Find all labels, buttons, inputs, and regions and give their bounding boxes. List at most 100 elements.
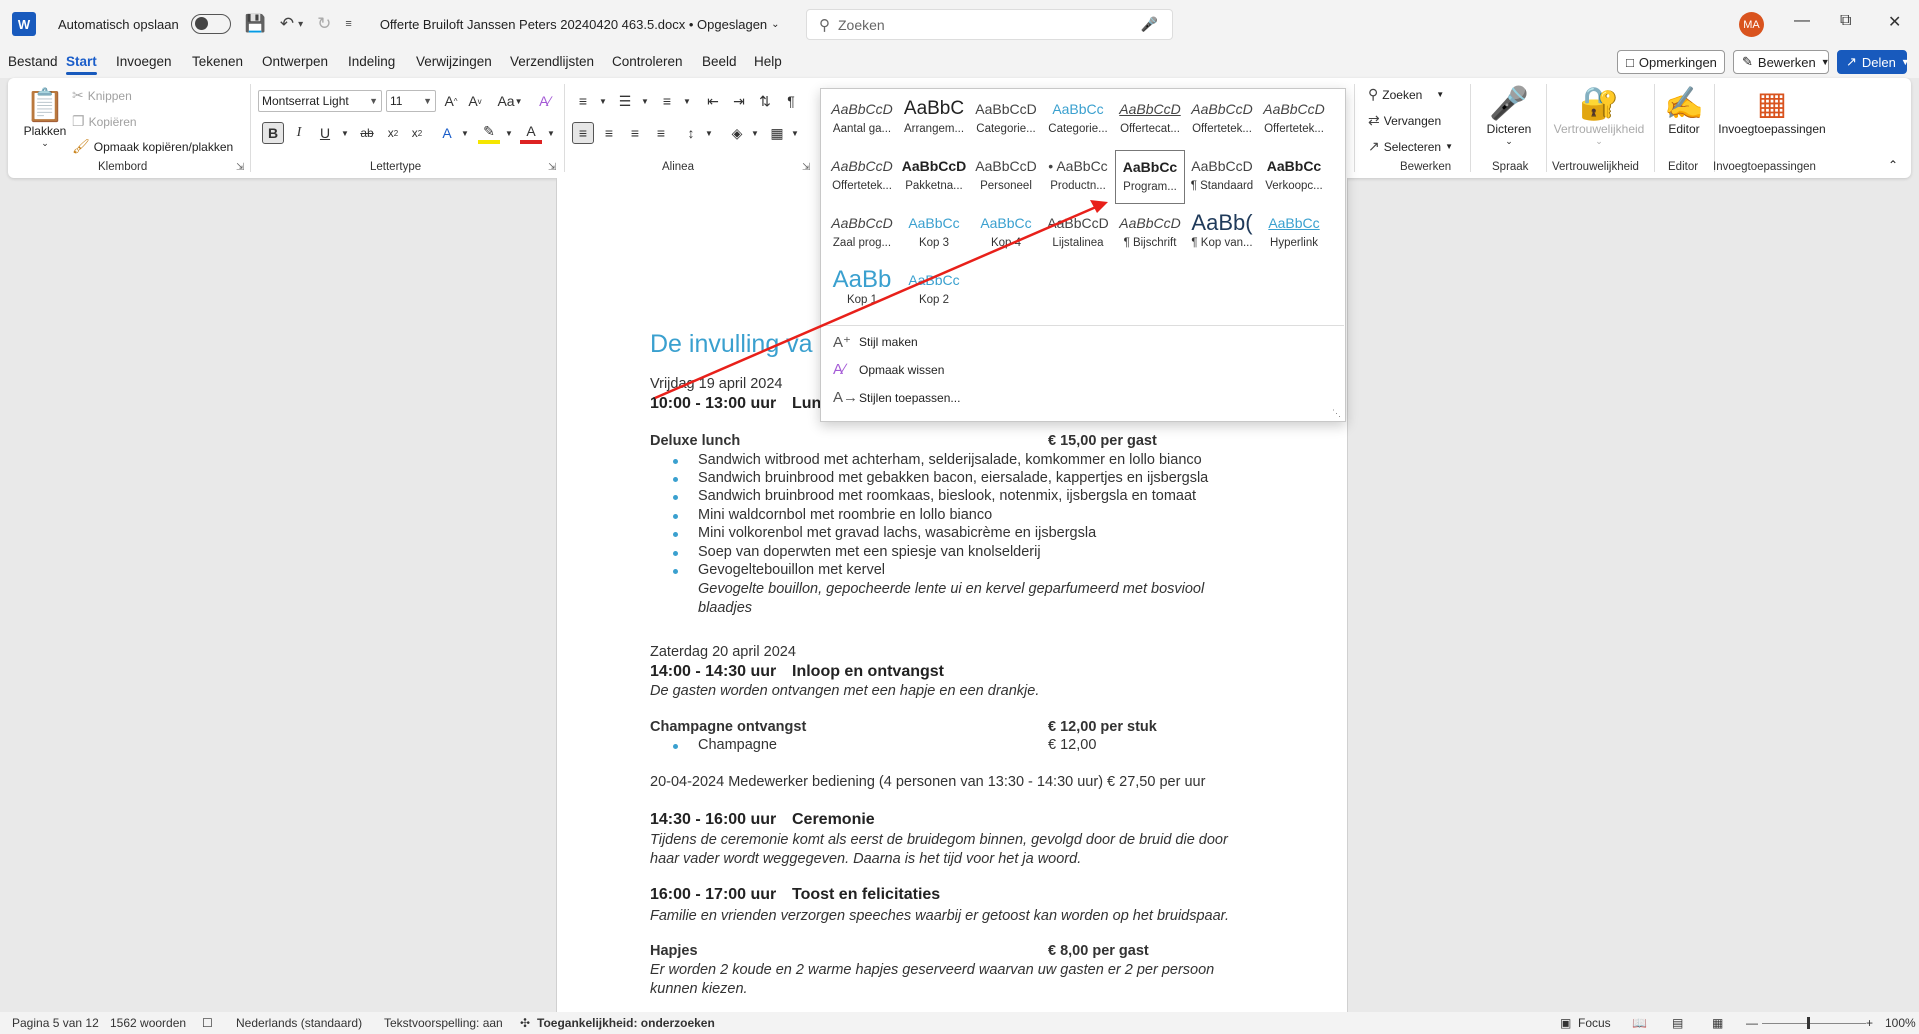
word-count[interactable]: 1562 woorden [110,1016,186,1030]
align-right-icon[interactable]: ≡ [624,122,646,144]
avatar[interactable]: MA [1739,12,1764,37]
numbering-icon[interactable]: ☰ [614,90,636,112]
font-name-input[interactable]: Montserrat Light ▼ [258,90,382,112]
apply-styles-item[interactable]: A→ Stijlen toepassen... [833,389,960,406]
redo-icon[interactable]: ↻ [317,14,331,34]
addins-button[interactable]: ▦ Invoegtoepassingen [1716,84,1828,136]
superscript-button[interactable]: x2 [406,122,428,144]
zoom-slider-thumb[interactable] [1807,1017,1810,1029]
style-tile[interactable]: AaBbCc Hyperlink [1259,207,1329,261]
comments-button[interactable]: □ Opmerkingen [1617,50,1725,74]
copy-button[interactable]: ❐ Kopiëren [72,113,137,130]
edit-mode-button[interactable]: ✎ Bewerken ▼ [1733,50,1830,74]
decrease-indent-icon[interactable]: ⇤ [702,90,724,112]
customize-qat-icon[interactable]: ≡ [345,18,351,30]
strikethrough-button[interactable]: ab [356,122,378,144]
proofing-icon[interactable]: ☐ [202,1016,213,1030]
dialog-launcher-icon[interactable]: ⇲ [548,162,556,173]
web-layout-icon[interactable]: ▦ [1712,1016,1723,1030]
increase-indent-icon[interactable]: ⇥ [728,90,750,112]
bullets-icon[interactable]: ≡ [572,90,594,112]
chevron-down-icon[interactable]: ⌄ [771,19,779,30]
sensitivity-button[interactable]: 🔐 Vertrouwelijkheid ⌄ [1550,84,1648,147]
italic-button[interactable]: I [288,122,310,144]
tab-ontwerpen[interactable]: Ontwerpen [262,54,328,69]
undo-dropdown-icon[interactable]: ▾ [298,19,303,30]
style-tile[interactable]: AaBbCcD Personeel [971,150,1041,204]
justify-icon[interactable]: ≡ [650,122,672,144]
font-color-icon[interactable]: A [520,122,542,144]
highlight-icon[interactable]: ✎ [478,122,500,144]
style-tile[interactable]: AaBbCcD Offertetek... [1259,93,1329,147]
style-tile[interactable]: • AaBbCc Productn... [1043,150,1113,204]
chevron-down-icon[interactable]: ▼ [784,122,806,144]
tab-beeld[interactable]: Beeld [702,54,737,69]
multilevel-list-icon[interactable]: ≡ [656,90,678,112]
print-layout-icon[interactable]: ▤ [1672,1016,1683,1030]
zoom-slider[interactable] [1762,1023,1866,1024]
style-tile[interactable]: AaBbCcD Lijstalinea [1043,207,1113,261]
font-size-input[interactable]: 11 ▼ [386,90,436,112]
tab-controleren[interactable]: Controleren [612,54,683,69]
collapse-ribbon-icon[interactable]: ⌃ [1888,158,1898,172]
style-tile[interactable]: AaBbCcD Aantal ga... [827,93,897,147]
language-status[interactable]: Nederlands (standaard) [236,1016,362,1030]
style-tile[interactable]: AaBbCcD Zaal prog... [827,207,897,261]
replace-button[interactable]: ⇄ Vervangen [1368,112,1441,129]
chevron-down-icon[interactable]: ▼ [540,122,562,144]
clear-formatting-icon[interactable]: A∕ [534,90,556,112]
chevron-down-icon[interactable]: ▼ [676,90,698,112]
style-tile[interactable]: AaBb(¶ Kop van... [1187,207,1257,261]
align-center-icon[interactable]: ≡ [598,122,620,144]
chevron-down-icon[interactable]: ▼ [334,122,356,144]
autosave-toggle[interactable] [190,14,231,34]
accessibility-status[interactable]: Toegankelijkheid: onderzoeken [537,1016,715,1030]
style-tile[interactable]: AaBbC Arrangem... [899,93,969,147]
undo-icon[interactable]: ↶ [280,14,294,34]
tab-indeling[interactable]: Indeling [348,54,395,69]
style-tile[interactable]: AaBbCc Categorie... [1043,93,1113,147]
dialog-launcher-icon[interactable]: ⇲ [236,162,244,173]
create-style-item[interactable]: A⁺ Stijl maken [833,333,918,351]
minimize-icon[interactable]: — [1794,12,1810,30]
save-icon[interactable]: 💾 [245,14,266,34]
resize-grip-icon[interactable]: ⋱ [1332,408,1341,419]
bold-button[interactable]: B [262,122,284,144]
read-mode-icon[interactable]: 📖 [1632,1016,1647,1030]
restore-icon[interactable]: ⧉ [1840,12,1851,30]
clear-formatting-item[interactable]: A∕ Opmaak wissen [833,361,944,378]
focus-button[interactable]: Focus [1578,1016,1611,1030]
chevron-down-icon[interactable]: ▼ [454,122,476,144]
tab-start[interactable]: Start [66,54,97,75]
select-button[interactable]: ↗ Selecteren ▼ [1368,138,1453,155]
tab-help[interactable]: Help [754,54,782,69]
document-title[interactable]: Offerte Bruiloft Janssen Peters 20240420… [380,17,767,32]
editor-button[interactable]: ✍ Editor [1660,84,1708,136]
tab-bestand[interactable]: Bestand [8,54,58,69]
chevron-down-icon[interactable]: ▼ [744,122,766,144]
zoom-out-icon[interactable]: — [1746,1016,1758,1030]
tab-verzendlijsten[interactable]: Verzendlijsten [510,54,594,69]
align-left-icon[interactable]: ≡ [572,122,594,144]
style-tile[interactable]: AaBbCc Kop 4 [971,207,1041,261]
style-tile[interactable]: AaBbCcD ¶ Standaard [1187,150,1257,204]
subscript-button[interactable]: x2 [382,122,404,144]
zoom-level[interactable]: 100% [1885,1016,1916,1030]
zoom-in-icon[interactable]: + [1866,1016,1873,1030]
style-tile[interactable]: AaBbCcD ¶ Bijschrift [1115,207,1185,261]
style-tile[interactable]: AaBbCcD Categorie... [971,93,1041,147]
change-case-icon[interactable]: Aa ▼ [494,90,526,112]
microphone-icon[interactable]: 🎤 [1141,16,1158,33]
style-tile[interactable]: AaBbCcD Pakketna... [899,150,969,204]
chevron-down-icon[interactable]: ▼ [592,90,614,112]
shrink-font-icon[interactable]: Av [464,90,486,112]
style-tile[interactable]: AaBb Kop 1 [827,264,897,318]
tab-invoegen[interactable]: Invoegen [116,54,172,69]
text-predictions-status[interactable]: Tekstvoorspelling: aan [384,1016,503,1030]
style-tile[interactable]: AaBbCcD Offertecat... [1115,93,1185,147]
format-painter-button[interactable]: 🖌 Opmaak kopiëren/plakken [72,138,233,155]
dictate-button[interactable]: 🎤 Dicteren ⌄ [1476,84,1542,147]
chevron-down-icon[interactable]: ▼ [634,90,656,112]
close-icon[interactable]: ✕ [1888,12,1901,32]
style-tile[interactable]: AaBbCc Verkoopc... [1259,150,1329,204]
